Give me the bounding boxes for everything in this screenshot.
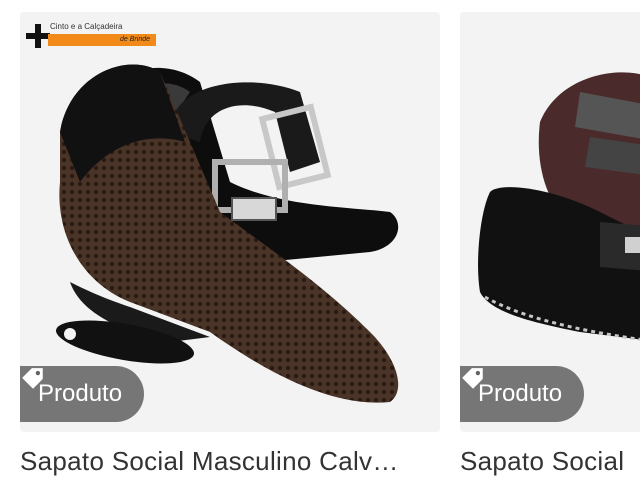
tag-icon <box>22 368 43 389</box>
product-title[interactable]: Sapato Social Masculino Calv… <box>20 446 440 477</box>
product-badge: Produto <box>20 366 145 422</box>
tag-icon <box>462 368 483 389</box>
product-image[interactable]: Produto <box>460 12 640 432</box>
badge-label: Produto <box>478 380 563 407</box>
product-title[interactable]: Sapato Social <box>460 446 640 477</box>
product-card[interactable]: Cinto e a Calçadeira de Brinde Produto S… <box>20 12 440 477</box>
plus-icon <box>26 24 50 48</box>
product-card[interactable]: Produto Sapato Social <box>460 12 640 477</box>
promo-text: Cinto e a Calçadeira <box>50 22 123 31</box>
promo-highlight: de Brinde <box>48 34 156 46</box>
product-badge: Produto <box>460 366 585 422</box>
promo-banner: Cinto e a Calçadeira de Brinde <box>26 22 156 52</box>
product-image[interactable]: Cinto e a Calçadeira de Brinde Produto <box>20 12 440 432</box>
badge-label: Produto <box>38 380 123 407</box>
